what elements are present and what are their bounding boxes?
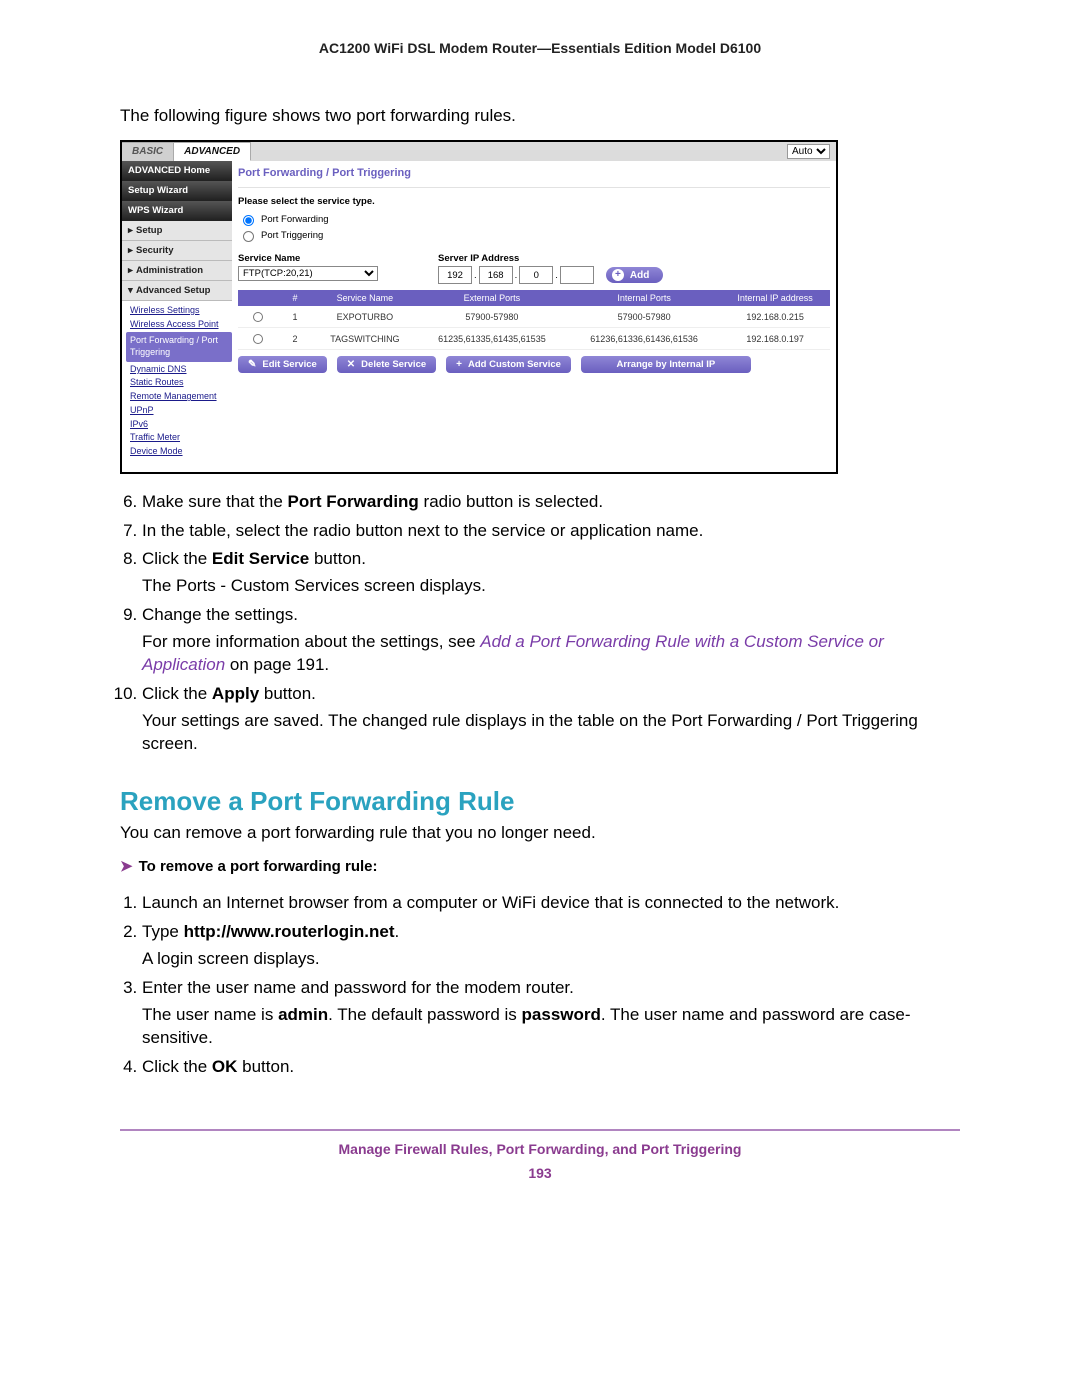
pane-title: Port Forwarding / Port Triggering <box>238 165 830 188</box>
add-button[interactable]: + Add <box>606 267 663 283</box>
table-row: 1 EXPOTURBO 57900-57980 57900-57980 192.… <box>238 306 830 328</box>
step-10: Click the Apply button. Your settings ar… <box>142 683 960 756</box>
nav-advanced-sublist: Wireless Settings Wireless Access Point … <box>122 301 232 462</box>
content-pane: Port Forwarding / Port Triggering Please… <box>232 161 836 472</box>
section-heading: Remove a Port Forwarding Rule <box>120 786 960 817</box>
nav-wireless-ap[interactable]: Wireless Access Point <box>130 318 228 332</box>
th-num: # <box>276 290 314 306</box>
nav-ipv6[interactable]: IPv6 <box>130 418 228 432</box>
table-row: 2 TAGSWITCHING 61235,61335,61435,61535 6… <box>238 328 830 350</box>
nav-device-mode[interactable]: Device Mode <box>130 445 228 459</box>
th-internal-ip: Internal IP address <box>720 290 830 306</box>
plus-icon: + <box>456 359 462 370</box>
nav-setup[interactable]: ▸Setup <box>122 221 232 241</box>
tab-basic[interactable]: BASIC <box>122 142 174 161</box>
nav-traffic-meter[interactable]: Traffic Meter <box>130 431 228 445</box>
step-8: Click the Edit Service button. The Ports… <box>142 548 960 598</box>
nav-security[interactable]: ▸Security <box>122 241 232 261</box>
step2-1: Launch an Internet browser from a comput… <box>142 892 960 915</box>
steps-list-1: Make sure that the Port Forwarding radio… <box>120 491 960 756</box>
nav-advanced-setup[interactable]: ▾Advanced Setup <box>122 281 232 301</box>
step-8-sub: The Ports - Custom Services screen displ… <box>142 575 960 598</box>
arrow-icon: ➤ <box>120 857 133 875</box>
page-header: AC1200 WiFi DSL Modem Router—Essentials … <box>120 40 960 56</box>
add-custom-service-button[interactable]: + Add Custom Service <box>446 356 571 373</box>
delete-service-button[interactable]: ✕ Delete Service <box>337 356 436 373</box>
ip-octet-1[interactable] <box>438 266 472 284</box>
radio-port-triggering[interactable]: Port Triggering <box>238 227 830 243</box>
edit-service-button[interactable]: ✎ Edit Service <box>238 356 327 373</box>
intro-text: The following figure shows two port forw… <box>120 106 960 126</box>
service-name-heading: Service Name <box>238 253 378 264</box>
nav-static-routes[interactable]: Static Routes <box>130 376 228 390</box>
step2-4: Click the OK button. <box>142 1056 960 1079</box>
server-ip-group: . . . + Add <box>438 266 663 284</box>
language-select[interactable]: Auto <box>787 144 830 159</box>
router-screenshot: BASIC ADVANCED Auto ADVANCED Home Setup … <box>120 140 838 474</box>
th-internal-ports: Internal Ports <box>568 290 720 306</box>
th-service: Service Name <box>314 290 416 306</box>
close-icon: ✕ <box>347 359 355 370</box>
radio-port-triggering-input[interactable] <box>243 231 254 242</box>
service-type-group: Please select the service type. Port For… <box>238 196 830 243</box>
language-select-wrap: Auto <box>781 142 836 161</box>
forwarding-table: # Service Name External Ports Internal P… <box>238 290 830 350</box>
left-nav: ADVANCED Home Setup Wizard WPS Wizard ▸S… <box>122 161 232 472</box>
ip-octet-3[interactable] <box>519 266 553 284</box>
plus-icon: + <box>612 269 624 281</box>
step-6: Make sure that the Port Forwarding radio… <box>142 491 960 514</box>
footer-text: Manage Firewall Rules, Port Forwarding, … <box>120 1141 960 1157</box>
step-9: Change the settings. For more informatio… <box>142 604 960 677</box>
tab-bar: BASIC ADVANCED Auto <box>122 142 836 161</box>
section-intro: You can remove a port forwarding rule th… <box>120 823 960 843</box>
nav-wireless-settings[interactable]: Wireless Settings <box>130 304 228 318</box>
service-name-select[interactable]: FTP(TCP:20,21) <box>238 266 378 281</box>
pencil-icon: ✎ <box>248 359 256 370</box>
service-type-label: Please select the service type. <box>238 196 830 207</box>
nav-remote-management[interactable]: Remote Management <box>130 390 228 404</box>
radio-port-forwarding[interactable]: Port Forwarding <box>238 211 830 227</box>
server-ip-heading: Server IP Address <box>438 253 663 264</box>
ip-octet-4[interactable] <box>560 266 594 284</box>
steps-list-2: Launch an Internet browser from a comput… <box>120 892 960 1079</box>
th-external-ports: External Ports <box>416 290 568 306</box>
row-select-radio[interactable] <box>253 334 263 344</box>
action-bar: ✎ Edit Service ✕ Delete Service + Add Cu… <box>238 356 830 373</box>
step-10-sub: Your settings are saved. The changed rul… <box>142 710 960 756</box>
radio-port-forwarding-input[interactable] <box>243 215 254 226</box>
step2-2: Type http://www.routerlogin.net. A login… <box>142 921 960 971</box>
nav-setup-wizard[interactable]: Setup Wizard <box>122 181 232 201</box>
row-select-radio[interactable] <box>253 312 263 322</box>
footer-divider <box>120 1129 960 1131</box>
tab-advanced[interactable]: ADVANCED <box>174 142 251 161</box>
step2-3: Enter the user name and password for the… <box>142 977 960 1050</box>
ip-octet-2[interactable] <box>479 266 513 284</box>
arrange-by-ip-button[interactable]: Arrange by Internal IP <box>581 356 751 373</box>
step-7: In the table, select the radio button ne… <box>142 520 960 543</box>
nav-dynamic-dns[interactable]: Dynamic DNS <box>130 363 228 377</box>
nav-wps-wizard[interactable]: WPS Wizard <box>122 201 232 221</box>
step-9-sub: For more information about the settings,… <box>142 631 960 677</box>
nav-port-forwarding[interactable]: Port Forwarding / Port Triggering <box>126 332 232 361</box>
page-number: 193 <box>120 1165 960 1181</box>
nav-advanced-home[interactable]: ADVANCED Home <box>122 161 232 181</box>
nav-administration[interactable]: ▸Administration <box>122 261 232 281</box>
to-heading: ➤To remove a port forwarding rule: <box>120 857 960 875</box>
nav-upnp[interactable]: UPnP <box>130 404 228 418</box>
